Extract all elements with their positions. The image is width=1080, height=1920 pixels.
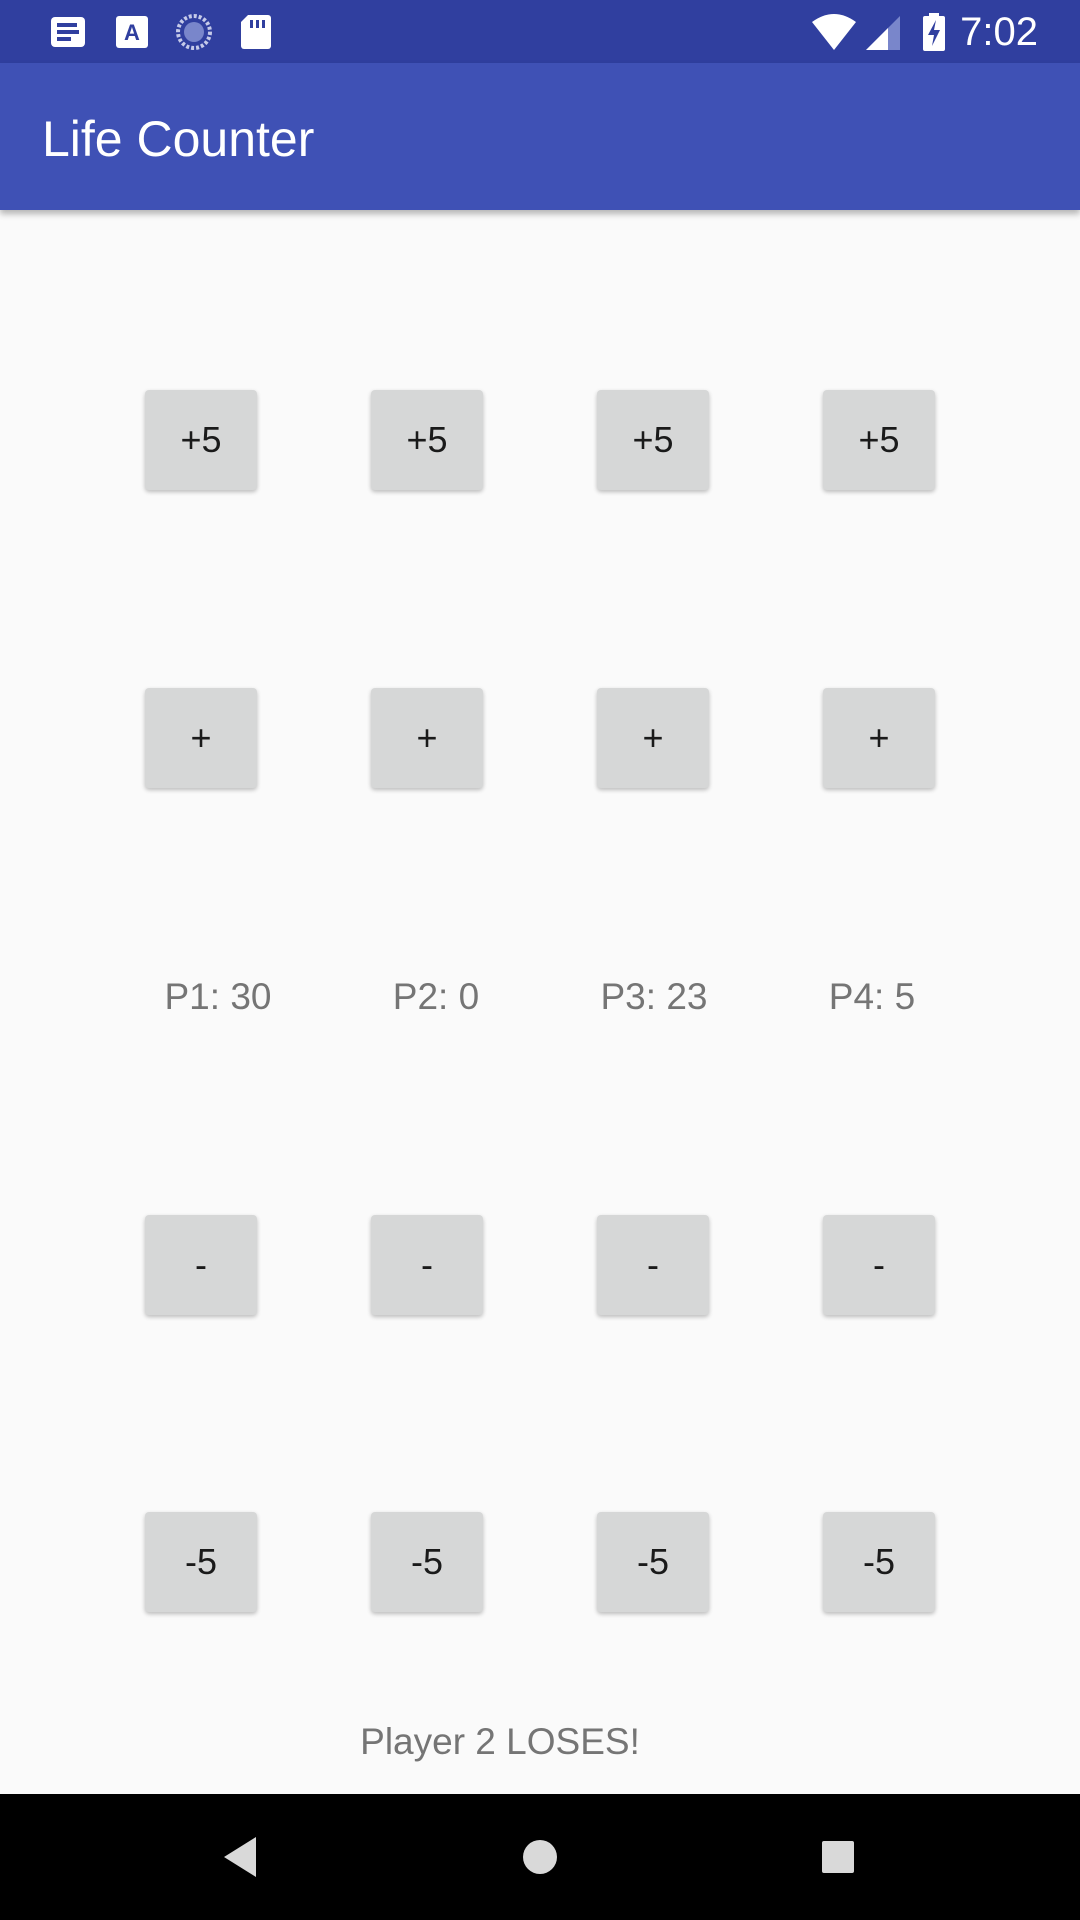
home-icon[interactable]: [510, 1827, 570, 1887]
app-title: Life Counter: [42, 111, 315, 167]
status-bar: A 7:02: [0, 0, 1080, 63]
p4-minus1-button[interactable]: -: [823, 1215, 935, 1315]
game-status-message: Player 2 LOSES!: [360, 1721, 640, 1762]
signal-icon: [866, 16, 900, 50]
p3-plus5-button[interactable]: +5: [597, 390, 709, 490]
sd-card-icon: [241, 15, 271, 49]
p3-plus1-button[interactable]: +: [597, 688, 709, 788]
recents-icon[interactable]: [808, 1827, 868, 1887]
news-icon: [51, 17, 85, 47]
p4-life-total: P4: 5: [828, 976, 916, 1017]
app-bar: Life Counter: [0, 63, 1080, 210]
status-time: 7:02: [960, 10, 1038, 54]
life-counter-grid: +5 +5 +5 +5 + + + + P1: 30 P2: 0 P3: 23 …: [0, 210, 1080, 1794]
wifi-icon: [812, 14, 856, 50]
p3-life-total: P3: 23: [600, 976, 708, 1017]
p2-minus1-button[interactable]: -: [371, 1215, 483, 1315]
navigation-bar: [0, 1794, 1080, 1920]
battery-charging-icon: [923, 13, 945, 51]
p2-plus1-button[interactable]: +: [371, 688, 483, 788]
p4-plus5-button[interactable]: +5: [823, 390, 935, 490]
p1-life-total: P1: 30: [164, 976, 272, 1017]
p1-plus5-button[interactable]: +5: [145, 390, 257, 490]
p3-minus5-button[interactable]: -5: [597, 1512, 709, 1612]
p2-life-total: P2: 0: [392, 976, 480, 1017]
p3-minus1-button[interactable]: -: [597, 1215, 709, 1315]
p2-minus5-button[interactable]: -5: [371, 1512, 483, 1612]
p1-plus1-button[interactable]: +: [145, 688, 257, 788]
svg-text:A: A: [124, 20, 140, 45]
p4-minus5-button[interactable]: -5: [823, 1512, 935, 1612]
sync-icon: [176, 14, 212, 50]
p4-plus1-button[interactable]: +: [823, 688, 935, 788]
p1-minus5-button[interactable]: -5: [145, 1512, 257, 1612]
text-a-icon: A: [116, 16, 148, 48]
p2-plus5-button[interactable]: +5: [371, 390, 483, 490]
p1-minus1-button[interactable]: -: [145, 1215, 257, 1315]
back-icon[interactable]: [212, 1827, 272, 1887]
